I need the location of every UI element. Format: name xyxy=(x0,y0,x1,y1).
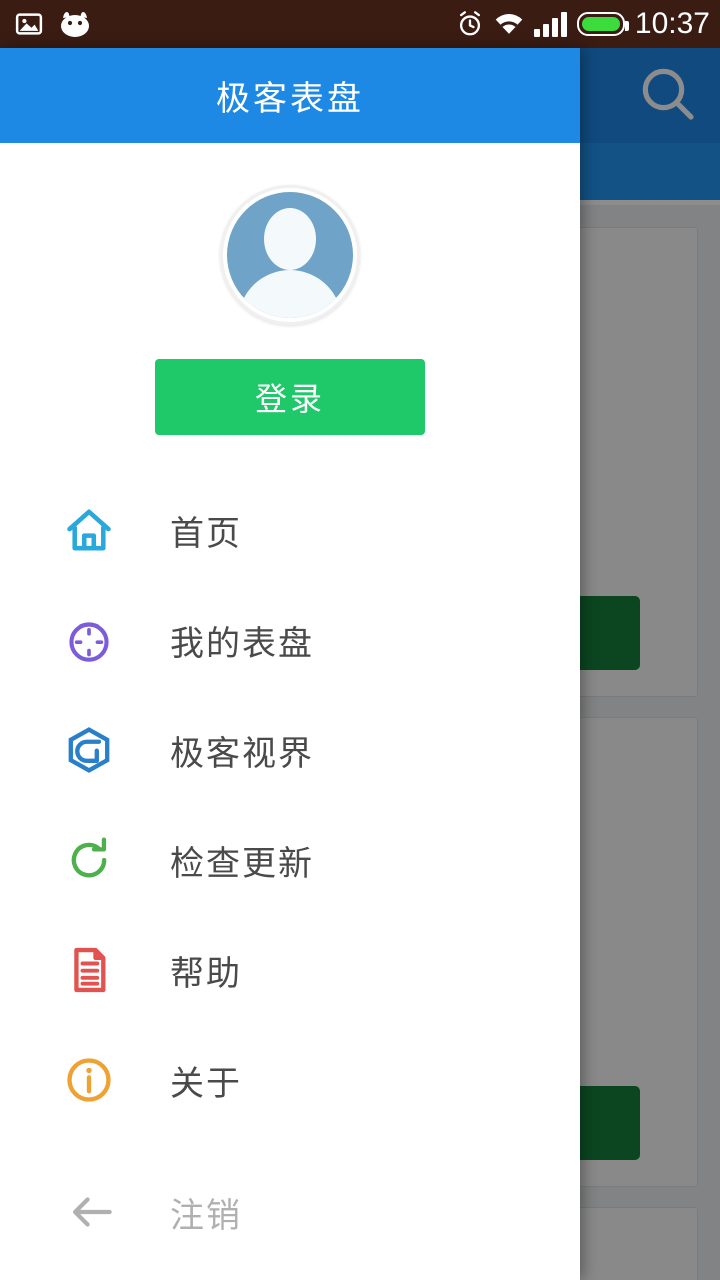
menu-item-home[interactable]: 首页 xyxy=(0,475,580,585)
menu-item-label: 极客视界 xyxy=(170,734,314,773)
signal-icon xyxy=(533,11,567,37)
menu-item-help[interactable]: 帮助 xyxy=(0,915,580,1025)
wifi-icon xyxy=(495,13,523,34)
menu-item-label: 我的表盘 xyxy=(170,624,314,663)
login-button[interactable]: 登录 xyxy=(155,359,425,435)
menu-item-label: 首页 xyxy=(170,514,242,553)
menu-item-check-update[interactable]: 检查更新 xyxy=(0,805,580,915)
info-circle-icon xyxy=(62,1053,116,1107)
alarm-icon xyxy=(459,11,480,36)
navigation-drawer: 极客表盘 登录 首页 我的表盘 极客视界 检查更新 帮助 关于 注销 xyxy=(0,48,580,1280)
status-icons-right: 10:37 xyxy=(456,0,710,48)
android-head-icon xyxy=(61,12,89,37)
profile-section: 登录 xyxy=(0,143,580,435)
battery-icon xyxy=(576,12,629,36)
document-icon xyxy=(62,943,116,997)
menu-item-label: 检查更新 xyxy=(170,844,314,883)
status-clock: 10:37 xyxy=(634,7,710,40)
status-bar: 10:37 xyxy=(0,0,720,48)
refresh-icon xyxy=(62,833,116,887)
menu-item-label: 帮助 xyxy=(170,954,242,993)
menu-item-label: 注销 xyxy=(170,1196,242,1235)
menu-item-geek-vision[interactable]: 极客视界 xyxy=(0,695,580,805)
drawer-header: 极客表盘 xyxy=(0,48,580,143)
image-icon xyxy=(15,13,43,35)
home-icon xyxy=(62,503,116,557)
arrow-left-icon xyxy=(66,1185,120,1239)
phone-screen: 我的表盘 1 2 3 4 5 xyxy=(0,0,720,1280)
avatar[interactable] xyxy=(220,185,360,325)
watch-face-icon xyxy=(62,613,116,667)
status-icons-left xyxy=(14,0,92,48)
menu-item-logout[interactable]: 注销 xyxy=(0,1157,580,1267)
app-title: 极客表盘 xyxy=(216,80,364,118)
menu-item-about[interactable]: 关于 xyxy=(0,1025,580,1135)
menu-item-label: 关于 xyxy=(170,1064,242,1103)
drawer-menu: 首页 我的表盘 极客视界 检查更新 帮助 关于 注销 xyxy=(0,475,580,1267)
geek-logo-icon xyxy=(62,723,116,777)
menu-item-my-watchfaces[interactable]: 我的表盘 xyxy=(0,585,580,695)
